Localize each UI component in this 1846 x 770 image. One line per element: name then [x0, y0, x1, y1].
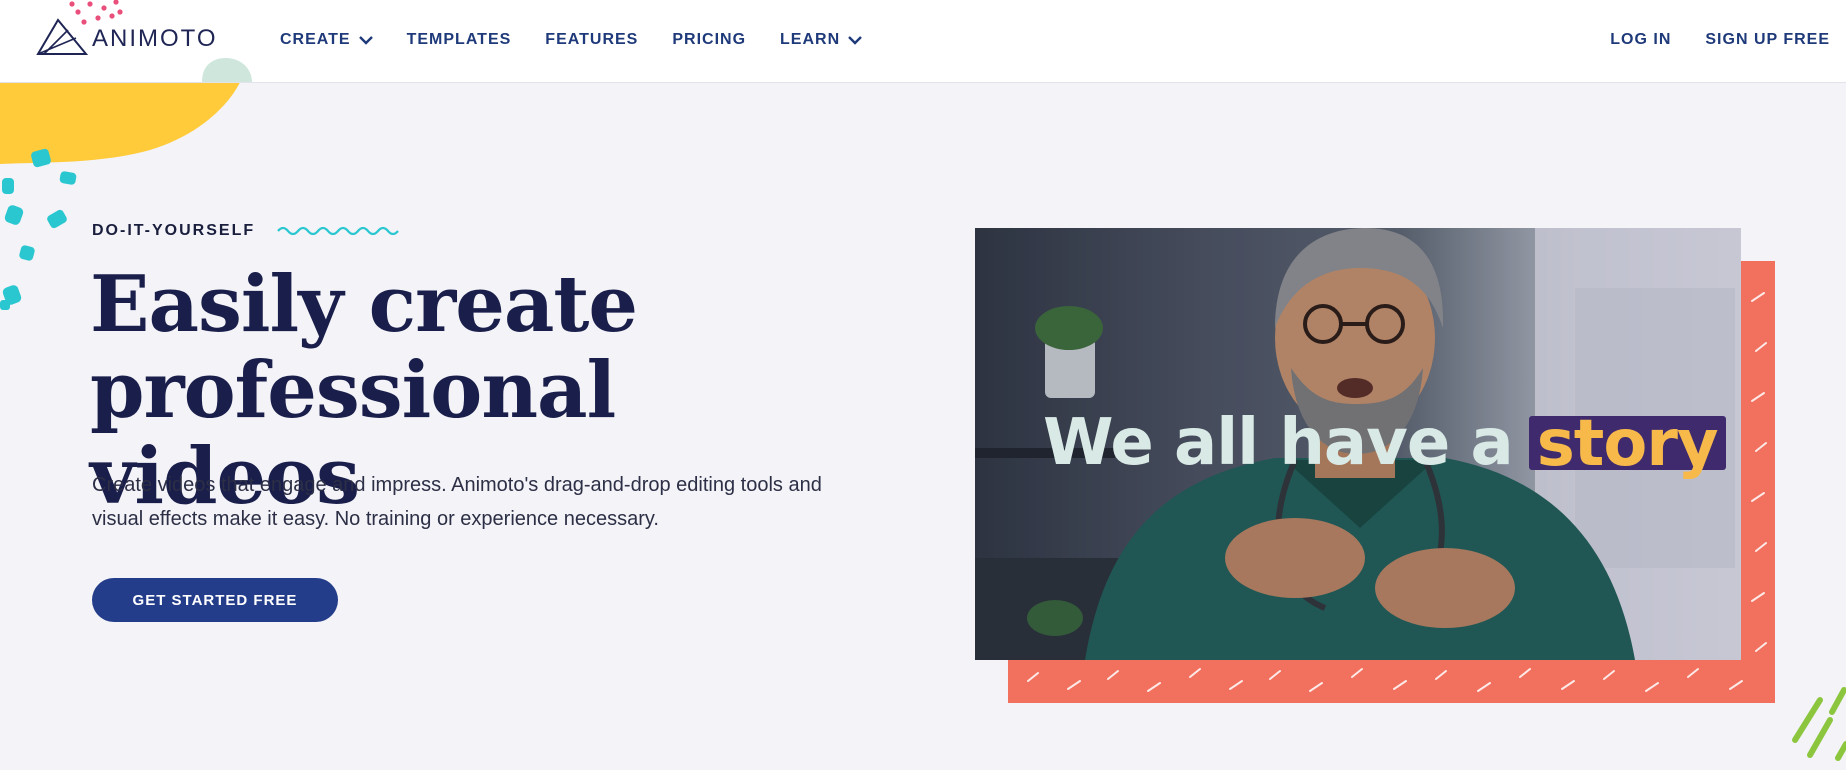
- nav-features-label: FEATURES: [545, 31, 639, 48]
- nav-create-label: CREATE: [280, 31, 351, 48]
- video-thumbnail[interactable]: We all have a story: [975, 228, 1741, 660]
- nav-templates-label: TEMPLATES: [406, 31, 512, 48]
- animoto-logo-icon: [36, 18, 88, 55]
- nav-pricing[interactable]: PRICING: [672, 31, 746, 49]
- nav-pricing-label: PRICING: [672, 31, 747, 48]
- chevron-down-icon: [358, 36, 373, 45]
- eyebrow: DO-IT-YOURSELF: [92, 222, 399, 240]
- wave-icon: [277, 226, 399, 236]
- headline-line-1: Easily create: [90, 259, 638, 350]
- nav-create[interactable]: CREATE: [280, 31, 373, 49]
- logo[interactable]: ANIMOTO: [36, 16, 218, 56]
- hero-subtext: Create videos that engage and impress. A…: [92, 468, 892, 536]
- nav-learn[interactable]: LEARN: [780, 31, 862, 49]
- subtext-line-2: visual effects make it easy. No training…: [92, 508, 659, 530]
- main-nav: CREATE TEMPLATES FEATURES PRICING LEARN: [280, 0, 896, 80]
- signup-link[interactable]: SIGN UP FREE: [1705, 31, 1830, 49]
- account-nav: LOG IN SIGN UP FREE: [1576, 0, 1830, 80]
- nav-templates[interactable]: TEMPLATES: [407, 31, 512, 49]
- site-header: ANIMOTO CREATE TEMPLATES FEATURES PRICIN…: [0, 0, 1846, 83]
- subtext-line-1: Create videos that engage and impress. A…: [92, 474, 822, 496]
- nav-learn-label: LEARN: [780, 31, 841, 48]
- caption-text: We all have a: [1043, 406, 1514, 480]
- get-started-button[interactable]: GET STARTED FREE: [92, 578, 338, 622]
- eyebrow-label: DO-IT-YOURSELF: [92, 222, 256, 239]
- chevron-down-icon: [848, 36, 862, 45]
- logo-text: ANIMOTO: [92, 25, 218, 52]
- login-link[interactable]: LOG IN: [1610, 31, 1671, 49]
- caption-highlight: story: [1528, 412, 1726, 476]
- video-caption: We all have a story: [1043, 406, 1726, 480]
- hero-video-area: We all have a story: [975, 228, 1775, 703]
- nav-features[interactable]: FEATURES: [545, 31, 638, 49]
